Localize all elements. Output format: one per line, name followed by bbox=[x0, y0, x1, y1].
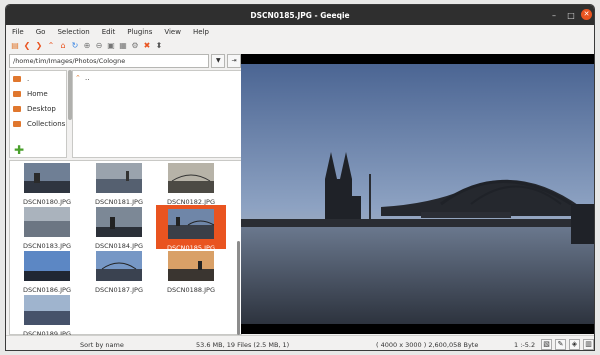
sort-selector[interactable]: Sort by name bbox=[80, 341, 124, 349]
thumbnail-image bbox=[168, 251, 214, 281]
thumbnail-image bbox=[24, 295, 70, 325]
preferences-icon[interactable]: ⚙ bbox=[130, 41, 140, 51]
folder-icon bbox=[13, 120, 21, 127]
thumbnail-image bbox=[24, 163, 70, 193]
menu-selection[interactable]: Selection bbox=[57, 28, 89, 36]
thumbnail-image bbox=[168, 209, 215, 239]
status-bar: Sort by name 53.6 MB, 19 Files (2.5 MB, … bbox=[6, 335, 594, 350]
thumbnail-image bbox=[96, 163, 142, 193]
app-window: DSCN0185.JPG - Geeqie – □ ✕ File Go Sele… bbox=[5, 4, 595, 351]
color-picker-icon[interactable]: ✎ bbox=[555, 339, 566, 350]
info-toggle-icon[interactable]: ▥ bbox=[583, 339, 594, 350]
thumbnail-image bbox=[24, 251, 70, 281]
thumbnail-item[interactable]: DSCN0182.JPG bbox=[162, 163, 220, 206]
zoom-level: 1 :-5.2 bbox=[514, 341, 536, 349]
directory-list: ⌃ .. bbox=[72, 70, 242, 158]
thumbnail-image bbox=[96, 207, 142, 237]
parent-folder-label[interactable]: .. bbox=[85, 74, 89, 82]
thumbnail-image bbox=[168, 163, 214, 193]
path-dropdown-icon[interactable]: ▼ bbox=[211, 54, 226, 68]
pin-icon[interactable]: ⬍ bbox=[154, 41, 164, 51]
menu-plugins[interactable]: Plugins bbox=[127, 28, 152, 36]
zoom-1-1-icon[interactable]: ▣ bbox=[106, 41, 116, 51]
menu-bar: File Go Selection Edit Plugins View Help bbox=[6, 25, 594, 39]
thumbnail-item[interactable]: DSCN0180.JPG bbox=[18, 163, 76, 206]
menu-help[interactable]: Help bbox=[193, 28, 209, 36]
home-icon[interactable]: ⌂ bbox=[58, 41, 68, 51]
main-image bbox=[241, 54, 594, 334]
thumbnail-item-selected[interactable]: DSCN0185.JPG bbox=[156, 205, 226, 252]
title-bar: DSCN0185.JPG - Geeqie – □ ✕ bbox=[6, 5, 594, 25]
image-info: ( 4000 x 3000 ) 2,600,058 Byte bbox=[376, 341, 479, 349]
image-viewer[interactable] bbox=[241, 54, 594, 334]
forward-icon[interactable]: ❯ bbox=[34, 41, 44, 51]
file-count: 53.6 MB, 19 Files (2.5 MB, 1) bbox=[196, 341, 290, 349]
bookmark-item[interactable]: Desktop bbox=[10, 101, 66, 116]
thumbnail-item[interactable]: DSCN0183.JPG bbox=[18, 207, 76, 250]
parent-folder-icon[interactable]: ⌃ bbox=[75, 74, 81, 82]
path-go-icon[interactable]: ⇥ bbox=[227, 54, 241, 68]
maximize-icon[interactable]: □ bbox=[566, 11, 576, 21]
zoom-in-icon[interactable]: ⊕ bbox=[82, 41, 92, 51]
refresh-icon[interactable]: ↻ bbox=[70, 41, 80, 51]
thumbnail-item[interactable]: DSCN0184.JPG bbox=[90, 207, 148, 250]
thumbnail-image bbox=[24, 207, 70, 237]
thumbnail-item[interactable]: DSCN0187.JPG bbox=[90, 251, 148, 294]
bookmark-item[interactable]: Home bbox=[10, 86, 66, 101]
menu-file[interactable]: File bbox=[12, 28, 24, 36]
bookmark-item[interactable]: Collections bbox=[10, 116, 66, 131]
thumbnail-scrollbar[interactable] bbox=[237, 241, 240, 335]
add-bookmark-icon[interactable]: ✚ bbox=[14, 144, 24, 156]
window-title: DSCN0185.JPG - Geeqie bbox=[250, 11, 350, 20]
path-input[interactable] bbox=[9, 54, 210, 68]
thumbnails-toggle-icon[interactable]: ▤ bbox=[10, 41, 20, 51]
thumbnail-grid: DSCN0180.JPG DSCN0181.JPG DSCN0182.JPG D… bbox=[9, 160, 242, 338]
thumbnail-image bbox=[96, 251, 142, 281]
thumbnail-item[interactable]: DSCN0188.JPG bbox=[162, 251, 220, 294]
zoom-out-icon[interactable]: ⊖ bbox=[94, 41, 104, 51]
path-row: ▼ ⇥ bbox=[9, 54, 241, 68]
folder-icon bbox=[13, 75, 21, 82]
thumbnail-item[interactable]: DSCN0189.JPG bbox=[18, 295, 76, 338]
menu-go[interactable]: Go bbox=[36, 28, 46, 36]
toolbar: ▤ ❮ ❯ ⌃ ⌂ ↻ ⊕ ⊖ ▣ ▦ ⚙ ✖ ⬍ bbox=[6, 39, 594, 52]
tools-icon[interactable]: ✖ bbox=[142, 41, 152, 51]
back-icon[interactable]: ❮ bbox=[22, 41, 32, 51]
folder-icon bbox=[13, 105, 21, 112]
image-status-icon[interactable]: ▧ bbox=[541, 339, 552, 350]
color-profile-icon[interactable]: ◈ bbox=[569, 339, 580, 350]
bookmark-item[interactable]: . bbox=[10, 71, 66, 86]
minimize-icon[interactable]: – bbox=[549, 11, 559, 21]
thumbnail-item[interactable]: DSCN0181.JPG bbox=[90, 163, 148, 206]
zoom-fit-icon[interactable]: ▦ bbox=[118, 41, 128, 51]
up-icon[interactable]: ⌃ bbox=[46, 41, 56, 51]
close-icon[interactable]: ✕ bbox=[581, 9, 592, 20]
menu-view[interactable]: View bbox=[164, 28, 181, 36]
thumbnail-item[interactable]: DSCN0186.JPG bbox=[18, 251, 76, 294]
folder-icon bbox=[13, 90, 21, 97]
menu-edit[interactable]: Edit bbox=[102, 28, 116, 36]
